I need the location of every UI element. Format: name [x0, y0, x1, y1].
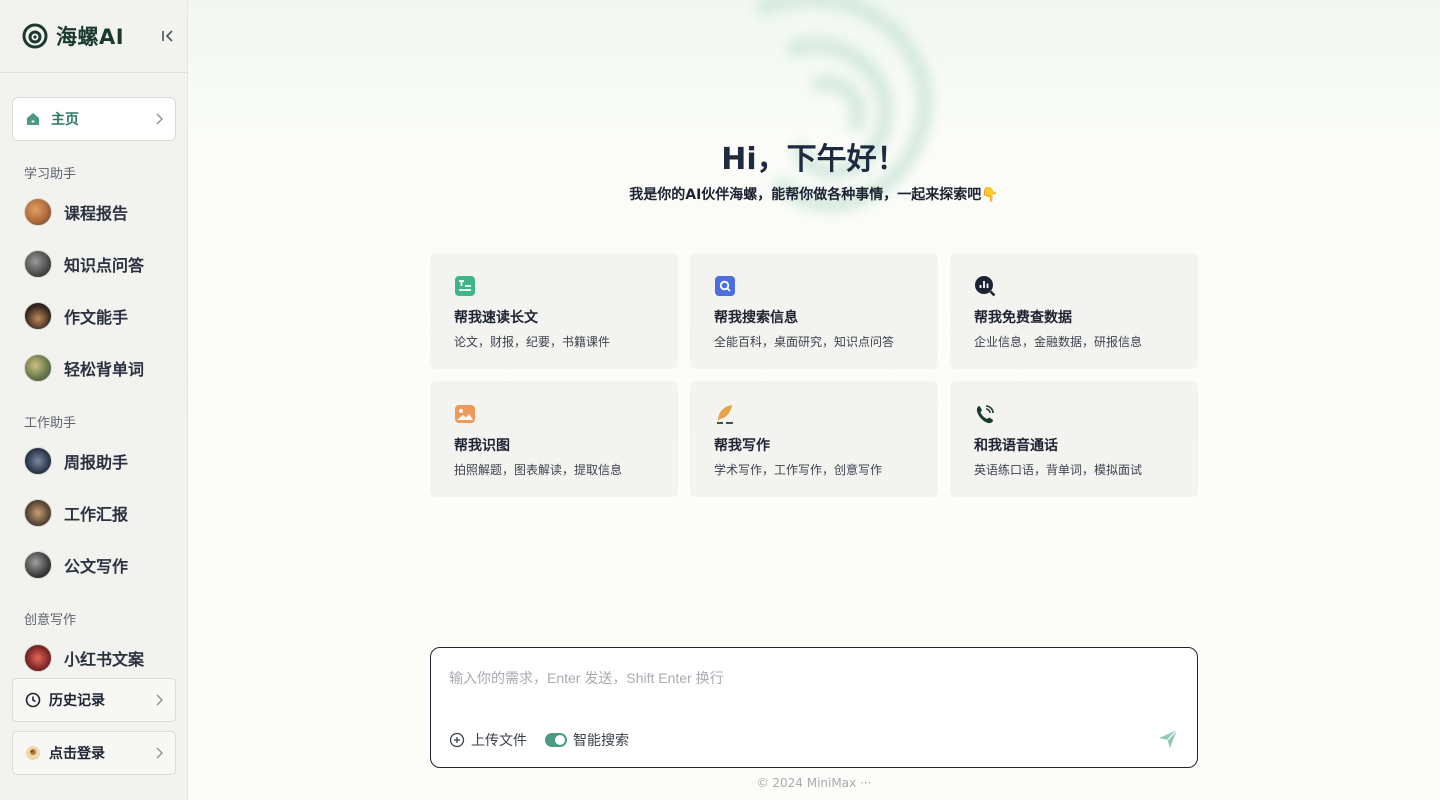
- chevron-right-icon: [156, 113, 163, 125]
- card-description: 拍照解题，图表解读，提取信息: [454, 463, 623, 477]
- sidebar-item-xiaohongshu[interactable]: 小红书文案: [24, 642, 174, 674]
- smart-search-label: 智能搜索: [573, 733, 629, 749]
- sidebar-item-label: 小红书文案: [64, 650, 145, 669]
- login-label: 点击登录: [49, 746, 105, 762]
- card-speed-read[interactable]: 帮我速读长文 论文，财报，纪要，书籍课件: [430, 253, 678, 369]
- smart-search-toggle[interactable]: 智能搜索: [545, 730, 629, 750]
- sidebar-item-essay-writer[interactable]: 作文能手: [24, 300, 174, 332]
- chat-input-box: 上传文件 智能搜索: [430, 647, 1198, 768]
- sidebar-item-course-report[interactable]: 课程报告: [24, 196, 174, 228]
- upload-file-button[interactable]: 上传文件: [449, 730, 527, 750]
- collapse-sidebar-button[interactable]: [158, 27, 178, 45]
- card-free-data[interactable]: 帮我免费查数据 企业信息，金融数据，研报信息: [950, 253, 1198, 369]
- send-icon[interactable]: [1157, 728, 1179, 750]
- toggle-switch[interactable]: [545, 733, 567, 747]
- sidebar-item-label: 工作汇报: [64, 505, 129, 524]
- card-title: 帮我免费查数据: [974, 310, 1072, 326]
- avatar: [24, 354, 52, 382]
- card-title: 帮我搜索信息: [714, 310, 798, 326]
- section-title-work: 工作助手: [24, 416, 77, 431]
- card-description: 全能百科，桌面研究，知识点问答: [714, 335, 895, 349]
- clock-icon: [25, 692, 41, 708]
- chat-input[interactable]: [449, 666, 1149, 690]
- sidebar-divider: [0, 72, 188, 73]
- card-title: 帮我速读长文: [454, 310, 538, 326]
- snail-logo-icon: [22, 23, 48, 49]
- data-search-icon: [975, 276, 996, 297]
- brand[interactable]: 海螺AI: [22, 20, 124, 52]
- footer-copyright: © 2024 MiniMax ···: [756, 776, 872, 790]
- greeting-subtitle: 我是你的AI伙伴海螺，能帮你做各种事情，一起来探索吧👇: [629, 187, 999, 203]
- search-doc-icon: [715, 276, 735, 296]
- sidebar-item-label: 知识点问答: [64, 256, 145, 275]
- home-label: 主页: [51, 112, 79, 128]
- chevron-right-icon: [156, 694, 163, 706]
- section-title-study: 学习助手: [24, 167, 77, 182]
- brand-name: 海螺AI: [56, 25, 125, 49]
- user-avatar-icon: [26, 746, 40, 760]
- home-button[interactable]: 主页: [12, 97, 176, 141]
- chevron-right-icon: [156, 747, 163, 759]
- sidebar-item-label: 课程报告: [64, 204, 129, 223]
- card-title: 和我语音通话: [974, 438, 1058, 454]
- sidebar-item-work-summary[interactable]: 工作汇报: [24, 497, 174, 529]
- upload-file-label: 上传文件: [471, 733, 527, 749]
- avatar: [24, 198, 52, 226]
- sidebar-item-official-writing[interactable]: 公文写作: [24, 549, 174, 581]
- sidebar-item-label: 周报助手: [64, 453, 129, 472]
- avatar: [24, 551, 52, 579]
- card-writing[interactable]: 帮我写作 学术写作，工作写作，创意写作: [690, 381, 938, 497]
- avatar: [24, 302, 52, 330]
- phone-call-icon: [976, 405, 994, 424]
- document-summary-icon: [455, 276, 475, 296]
- card-title: 帮我写作: [714, 438, 770, 454]
- avatar: [24, 644, 52, 672]
- sidebar-item-label: 作文能手: [64, 308, 129, 327]
- card-description: 英语练口语，背单词，模拟面试: [974, 463, 1143, 477]
- history-label: 历史记录: [49, 693, 105, 709]
- history-button[interactable]: 历史记录: [12, 678, 176, 722]
- plus-circle-icon: [449, 732, 465, 748]
- avatar: [24, 250, 52, 278]
- sidebar: 海螺AI 主页 学习助手 课程报告 知识点问答 作文能手 轻松背单词 工作助手: [0, 0, 188, 800]
- swirl-decoration-icon: [754, 0, 933, 213]
- card-voice-call[interactable]: 和我语音通话 英语练口语，背单词，模拟面试: [950, 381, 1198, 497]
- sidebar-item-vocabulary[interactable]: 轻松背单词: [24, 352, 174, 384]
- card-description: 学术写作，工作写作，创意写作: [714, 463, 883, 477]
- card-description: 论文，财报，纪要，书籍课件: [454, 335, 611, 349]
- sidebar-item-label: 轻松背单词: [64, 360, 145, 379]
- main-content: Hi，下午好！ 我是你的AI伙伴海螺，能帮你做各种事情，一起来探索吧👇 帮我速读…: [188, 0, 1440, 800]
- sidebar-item-label: 公文写作: [64, 557, 129, 576]
- card-title: 帮我识图: [454, 438, 510, 454]
- card-description: 企业信息，金融数据，研报信息: [974, 335, 1143, 349]
- feather-pen-icon: [717, 405, 733, 424]
- home-icon: [27, 113, 39, 125]
- avatar: [24, 499, 52, 527]
- card-search-info[interactable]: 帮我搜索信息 全能百科，桌面研究，知识点问答: [690, 253, 938, 369]
- card-image-recognition[interactable]: 帮我识图 拍照解题，图表解读，提取信息: [430, 381, 678, 497]
- login-button[interactable]: 点击登录: [12, 731, 176, 775]
- image-icon: [455, 405, 475, 423]
- sidebar-item-weekly-report[interactable]: 周报助手: [24, 445, 174, 477]
- section-title-creative: 创意写作: [24, 613, 77, 628]
- collapse-icon: [162, 30, 173, 42]
- avatar: [24, 447, 52, 475]
- greeting-title: Hi，下午好！: [721, 142, 907, 177]
- sidebar-item-knowledge-qa[interactable]: 知识点问答: [24, 248, 174, 280]
